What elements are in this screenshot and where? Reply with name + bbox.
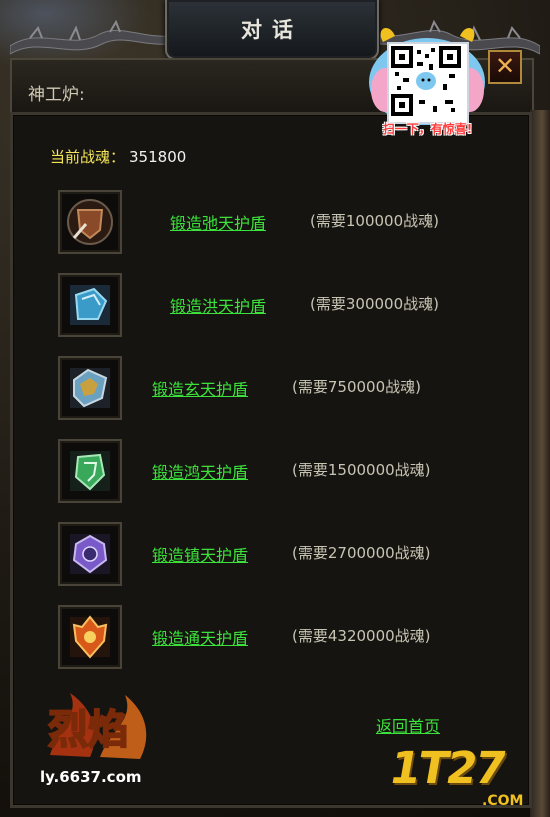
forge-row: 锻造通天护盾 (需要4320000战魂)	[0, 605, 520, 675]
dragon-ornament-left-icon	[10, 19, 170, 55]
soul-label: 当前战魂：	[50, 148, 126, 166]
item-slot[interactable]	[58, 605, 122, 669]
item-slot[interactable]	[58, 190, 122, 254]
cost-label: (需要1500000战魂)	[292, 461, 431, 479]
item-slot[interactable]	[58, 439, 122, 503]
fire-shield-icon	[70, 615, 110, 659]
forge-link-tongtian[interactable]: 锻造通天护盾	[152, 625, 248, 649]
forge-link-hongtian2[interactable]: 锻造鸿天护盾	[152, 459, 248, 483]
forge-row: 锻造玄天护盾 (需要750000战魂)	[0, 356, 520, 426]
soul-count: 当前战魂： 351800	[50, 146, 186, 167]
watermark-suffix: .COM	[482, 793, 524, 809]
brown-shield-icon	[67, 199, 113, 245]
flame-logo-icon: 烈焰	[47, 693, 147, 759]
cost-label: (需要300000战魂)	[310, 295, 439, 313]
item-slot[interactable]	[58, 356, 122, 420]
green-shield-icon	[70, 451, 110, 491]
cost-label: (需要750000战魂)	[292, 378, 421, 396]
forge-link-chitian[interactable]: 锻造弛天护盾	[170, 210, 266, 234]
dialog-window: 对话 神工炉: ✕ 扫一下，有惊喜! 当前战魂： 351800 锻造弛天护盾 (…	[0, 0, 550, 817]
forge-link-zhentian[interactable]: 锻造镇天护盾	[152, 542, 248, 566]
back-home-link[interactable]: 返回首页	[376, 713, 440, 737]
qr-caption: 扫一下，有惊喜!	[382, 122, 473, 136]
forge-row: 锻造洪天护盾 (需要300000战魂)	[0, 273, 520, 343]
scene-edge	[530, 110, 550, 817]
qr-code	[387, 42, 469, 124]
npc-name: 神工炉:	[28, 85, 85, 105]
purple-shield-icon	[70, 534, 110, 574]
close-button[interactable]: ✕	[488, 50, 522, 84]
qr-promo-badge[interactable]: 扫一下，有惊喜!	[365, 20, 490, 140]
game-logo: 烈焰	[40, 685, 170, 765]
cost-label: (需要4320000战魂)	[292, 627, 431, 645]
qr-pattern-icon	[391, 46, 461, 116]
forge-link-xuantian[interactable]: 锻造玄天护盾	[152, 376, 248, 400]
watermark-logo: 1T27 .COM	[386, 735, 540, 815]
soul-value: 351800	[129, 148, 187, 166]
item-slot[interactable]	[58, 522, 122, 586]
cost-label: (需要100000战魂)	[310, 212, 439, 230]
blue-shield-icon	[70, 285, 110, 325]
silver-blue-shield-icon	[70, 368, 110, 408]
window-title: 对话	[241, 18, 303, 42]
cost-label: (需要2700000战魂)	[292, 544, 431, 562]
forge-link-hongtian[interactable]: 锻造洪天护盾	[170, 293, 266, 317]
forge-row: 锻造弛天护盾 (需要100000战魂)	[0, 190, 520, 260]
forge-row: 锻造镇天护盾 (需要2700000战魂)	[0, 522, 520, 592]
title-bar[interactable]: 对话	[165, 0, 379, 60]
logo-text: 烈焰	[48, 706, 128, 753]
watermark-text: 1T27	[385, 743, 509, 794]
forge-row: 锻造鸿天护盾 (需要1500000战魂)	[0, 439, 520, 509]
item-slot[interactable]	[58, 273, 122, 337]
site-url: ly.6637.com	[40, 768, 142, 786]
